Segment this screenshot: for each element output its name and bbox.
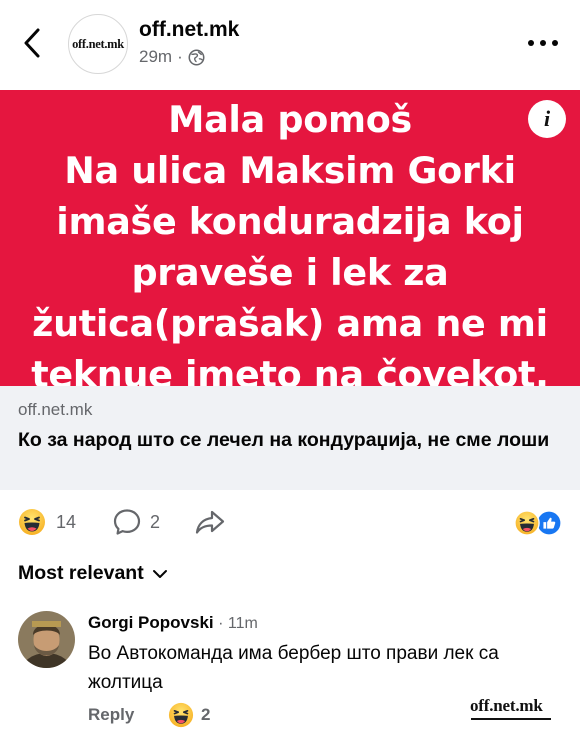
- comment-button[interactable]: 2: [112, 508, 160, 536]
- comment-time: 11m: [227, 615, 258, 632]
- haha-emoji-icon: [514, 510, 540, 536]
- comment-author[interactable]: Gorgi Popovski · 11m: [88, 613, 258, 633]
- comment-bubble-icon: [113, 509, 141, 535]
- share-arrow-icon: [195, 510, 225, 534]
- back-button[interactable]: [18, 26, 48, 60]
- post-image-line: imaše konduradzija koj: [56, 200, 524, 243]
- haha-emoji-icon: [19, 509, 45, 535]
- post-actions: 14 2: [0, 500, 580, 544]
- share-button[interactable]: [194, 509, 226, 540]
- post-image-line: žutica(prašak) ama ne mi: [32, 302, 548, 345]
- comment-separator: ·: [213, 615, 228, 632]
- link-title: Ко за народ што се лечел на кондураџија,…: [18, 429, 550, 451]
- watermark-underline: [471, 718, 551, 720]
- link-domain: off.net.mk: [18, 400, 93, 419]
- reaction-count: 14: [56, 511, 77, 532]
- comment-text: Во Автокоманда има бербер што прави лек …: [88, 643, 499, 693]
- post-image-line: Na ulica Maksim Gorki: [64, 149, 516, 192]
- page-avatar[interactable]: off.net.mk: [68, 14, 128, 74]
- comment-sort-dropdown[interactable]: Most relevant: [18, 562, 168, 585]
- post-header: off.net.mk off.net.mk 29m ·: [0, 0, 580, 88]
- commenter-avatar-image: [18, 611, 75, 668]
- reaction-summary[interactable]: [514, 510, 562, 536]
- watermark-logo: off.net.mk: [470, 696, 543, 715]
- more-options-button[interactable]: [528, 33, 558, 53]
- more-horizontal-icon-dot: [552, 40, 558, 46]
- comment-reaction-button[interactable]: 2: [168, 702, 210, 728]
- post-image[interactable]: Mala pomoš Na ulica Maksim Gorki imaše k…: [0, 90, 580, 396]
- info-button[interactable]: i: [528, 100, 566, 138]
- haha-emoji-icon: [168, 702, 194, 728]
- post-image-line: praveše i lek za: [131, 251, 449, 294]
- comment-reaction-count: 2: [201, 705, 211, 724]
- post-meta: 29m ·: [139, 47, 205, 67]
- reply-button[interactable]: Reply: [88, 705, 134, 725]
- comment-count: 2: [150, 511, 161, 532]
- post-image-text: Mala pomoš Na ulica Maksim Gorki imaše k…: [0, 94, 580, 400]
- more-horizontal-icon-dot: [528, 40, 534, 46]
- reaction-button[interactable]: 14: [18, 508, 76, 536]
- chevron-down-icon: [152, 569, 167, 578]
- globe-icon: [188, 49, 205, 65]
- more-horizontal-icon-dot: [540, 40, 546, 46]
- page-avatar-logo: off.net.mk: [72, 36, 124, 51]
- comment-author-name: Gorgi Popovski: [88, 613, 214, 632]
- meta-separator: ·: [177, 47, 183, 66]
- post-time: 29m: [139, 47, 173, 66]
- link-preview[interactable]: off.net.mk Ко за народ што се лечел на к…: [0, 386, 580, 490]
- page-name[interactable]: off.net.mk: [139, 18, 239, 42]
- commenter-avatar[interactable]: [18, 611, 75, 668]
- chevron-left-icon: [24, 28, 40, 58]
- sort-label: Most relevant: [18, 562, 144, 584]
- post-image-line: Mala pomoš: [168, 98, 412, 141]
- info-icon: i: [543, 106, 551, 131]
